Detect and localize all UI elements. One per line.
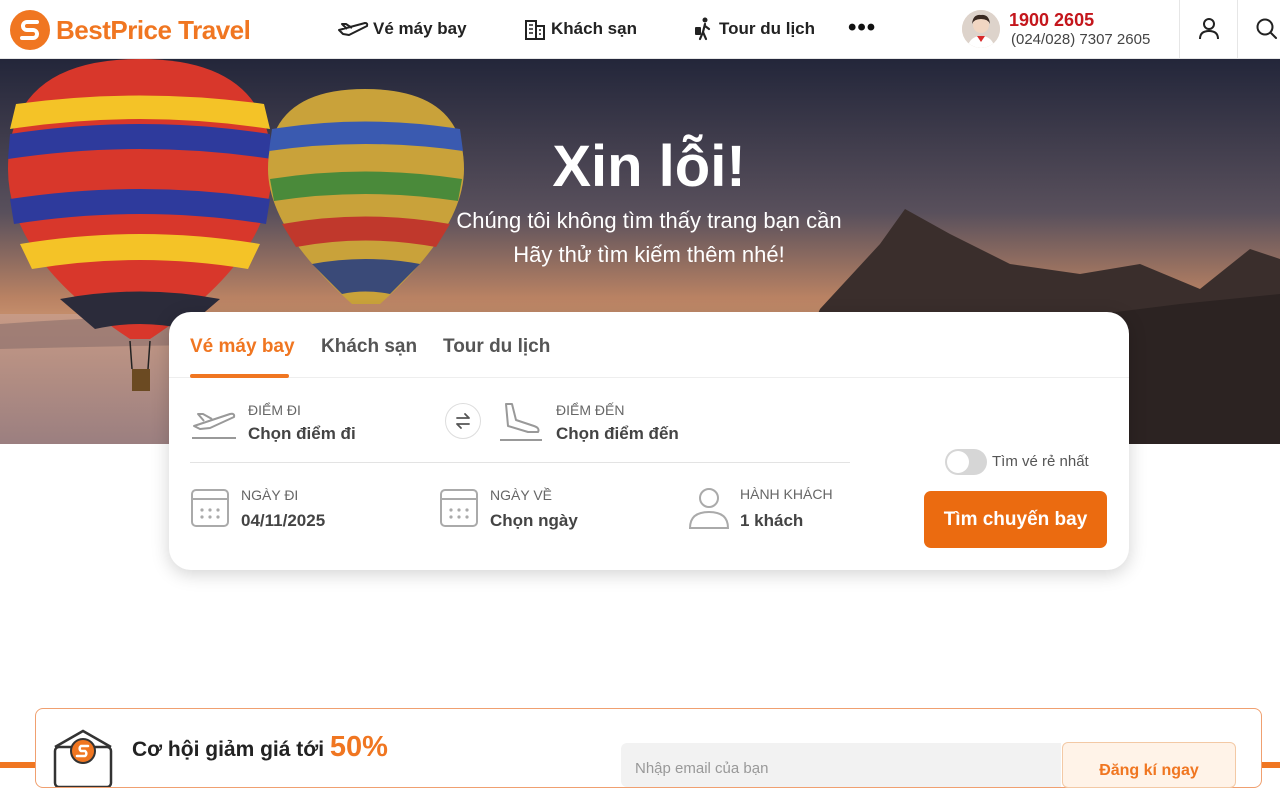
nav-tours[interactable]: Tour du lịch: [693, 16, 815, 42]
calendar-icon: [440, 489, 478, 527]
passenger-label: HÀNH KHÁCH: [740, 486, 833, 502]
hotline-number[interactable]: 1900 2605: [1009, 10, 1094, 30]
swap-icon: [456, 413, 470, 429]
destination-label: ĐIỂM ĐẾN: [556, 402, 625, 418]
newsletter-email-input[interactable]: Nhập email của bạn: [621, 743, 1061, 787]
depart-date-label: NGÀY ĐI: [241, 487, 299, 503]
depart-date-value: 04/11/2025: [241, 511, 326, 530]
toggle-knob: [947, 451, 969, 473]
origin-label: ĐIỂM ĐI: [248, 402, 301, 418]
brand-logo[interactable]: BestPrice Travel: [10, 10, 251, 50]
field-divider: [190, 462, 850, 463]
active-tab-indicator: [190, 374, 289, 378]
return-date-label: NGÀY VỀ: [490, 487, 552, 503]
passenger-field[interactable]: HÀNH KHÁCH 1 khách: [688, 484, 868, 530]
landing-icon: [500, 403, 542, 441]
user-icon: [1198, 18, 1219, 40]
tab-separator: [169, 377, 1129, 378]
tab-hotels[interactable]: Khách sạn: [321, 336, 417, 358]
destination-field[interactable]: ĐIỂM ĐẾN Chọn điểm đến: [498, 400, 798, 446]
error-title: Xin lỗi!: [552, 134, 746, 199]
nav-hotels[interactable]: Khách sạn: [523, 16, 637, 42]
origin-value: Chọn điểm đi: [248, 424, 356, 443]
traveler-icon: [695, 17, 711, 41]
brand-name: BestPrice Travel: [56, 14, 251, 45]
site-header: BestPrice Travel Vé máy bay Khách sạn To…: [0, 0, 1280, 59]
destination-value: Chọn điểm đến: [556, 424, 679, 443]
error-message: Chúng tôi không tìm thấy trang bạn cần: [456, 208, 842, 233]
plane-icon: [338, 22, 369, 36]
search-widget: Vé máy bay Khách sạn Tour du lịch ĐIỂM Đ…: [169, 312, 1129, 570]
newsletter-promo: Cơ hội giảm giá tới 50% Nhập email của b…: [35, 708, 1262, 788]
cheapest-fare-label: Tìm vé rẻ nhất: [992, 453, 1089, 470]
hotel-icon: [525, 20, 545, 40]
depart-date-field[interactable]: NGÀY ĐI 04/11/2025: [190, 484, 410, 530]
error-suggestion: Hãy thử tìm kiếm thêm nhé!: [513, 242, 785, 267]
search-icon: [1256, 18, 1277, 39]
takeoff-icon: [192, 412, 236, 439]
origin-field[interactable]: ĐIỂM ĐI Chọn điểm đi: [190, 400, 430, 446]
search-flights-button[interactable]: Tìm chuyến bay: [924, 491, 1107, 548]
mail-offer-icon: [53, 729, 113, 787]
logo-icon: [10, 10, 50, 50]
return-date-value: Chọn ngày: [490, 511, 578, 530]
nav-hotels-label: Khách sạn: [551, 19, 637, 38]
nav-tours-label: Tour du lịch: [719, 19, 816, 38]
support-agent-avatar: [962, 10, 1000, 48]
tab-tours[interactable]: Tour du lịch: [443, 336, 550, 358]
person-icon: [688, 488, 730, 529]
cheapest-fare-toggle[interactable]: [945, 449, 987, 475]
more-menu-icon[interactable]: •••: [848, 16, 876, 40]
passenger-value: 1 khách: [740, 511, 804, 530]
search-button[interactable]: [1237, 0, 1280, 58]
hotline-secondary[interactable]: (024/028) 7307 2605: [1011, 31, 1150, 49]
account-button[interactable]: [1179, 0, 1237, 58]
swap-locations-button[interactable]: [445, 403, 481, 439]
nav-flights-label: Vé máy bay: [373, 19, 467, 38]
promo-headline: Cơ hội giảm giá tới 50%: [132, 731, 388, 764]
subscribe-button[interactable]: Đăng kí ngay: [1062, 742, 1236, 788]
return-date-field[interactable]: NGÀY VỀ Chọn ngày: [439, 484, 659, 530]
tab-flights[interactable]: Vé máy bay: [190, 336, 295, 358]
promo-text: Cơ hội giảm giá tới: [132, 738, 325, 761]
promo-percent: 50%: [329, 731, 388, 763]
calendar-icon: [191, 489, 229, 527]
nav-flights[interactable]: Vé máy bay: [337, 16, 467, 42]
